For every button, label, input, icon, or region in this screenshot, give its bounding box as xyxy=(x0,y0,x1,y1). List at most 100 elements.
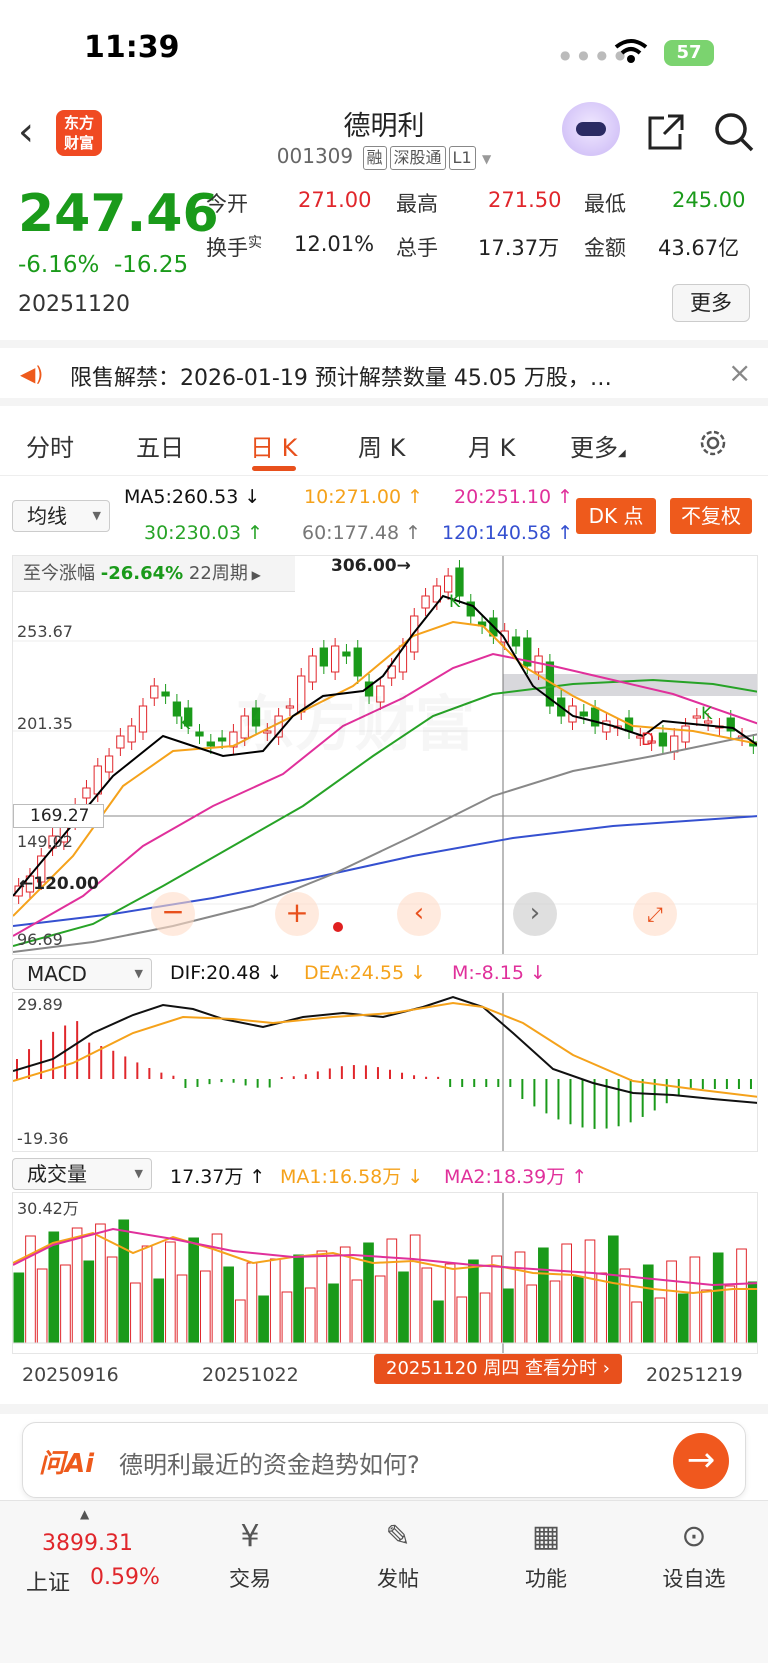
volume-bar xyxy=(409,1234,421,1344)
volume-bar xyxy=(304,1287,316,1344)
quote-panel: 247.46 -6.16% -16.25 20251120 今开 271.00 … xyxy=(0,180,768,340)
volume-bar xyxy=(374,1275,386,1344)
tab-weekly-k[interactable]: 周 K xyxy=(358,428,405,463)
volume-bar xyxy=(747,1281,757,1344)
more-button[interactable]: 更多 xyxy=(672,284,750,322)
candle xyxy=(602,720,611,733)
ma30-value: 30:230.03 ↑ xyxy=(144,522,264,544)
scroll-right-button[interactable]: › xyxy=(513,892,557,936)
volume-svg xyxy=(13,1193,757,1353)
volume-select[interactable]: 成交量 ▼ xyxy=(12,1158,152,1190)
volume-current: 17.37万 ↑ xyxy=(170,1166,266,1188)
tab-daily-k[interactable]: 日 K xyxy=(250,428,297,463)
zoom-in-button[interactable]: + xyxy=(275,892,319,936)
volume-bar xyxy=(654,1297,666,1344)
macd-chart[interactable]: 29.89 -19.36 xyxy=(12,992,758,1152)
volume-bar xyxy=(281,1291,293,1344)
nav-post[interactable]: ✎ 发帖 xyxy=(338,1517,458,1593)
volume-bar xyxy=(118,1219,130,1344)
low-price-mark: ←120.00 xyxy=(19,874,99,894)
volume-bar xyxy=(573,1276,584,1344)
index-widget[interactable]: ▲ 3899.31 上证 0.59% xyxy=(24,1507,184,1597)
candle xyxy=(161,691,170,697)
tab-five-day[interactable]: 五日 xyxy=(136,428,184,463)
scroll-left-button[interactable]: ‹ xyxy=(397,892,441,936)
stock-header: ‹ 东方 财富 德明利 001309 融深股通 L1 ▼ xyxy=(0,100,768,178)
macd-bottom-label: -19.36 xyxy=(17,1129,69,1148)
share-icon[interactable] xyxy=(646,112,686,152)
search-icon[interactable] xyxy=(712,110,756,154)
tab-more[interactable]: 更多◢ xyxy=(570,428,626,463)
no-adjust-button[interactable]: 不复权 xyxy=(670,498,752,534)
volume-bar xyxy=(363,1242,374,1344)
zoom-out-button[interactable]: − xyxy=(151,892,195,936)
volume-bar xyxy=(176,1274,188,1344)
period-change-box[interactable]: 至今涨幅 -26.64% 22周期 ▶ xyxy=(13,556,295,592)
high-price-mark: 306.00→ xyxy=(331,556,411,576)
volume-ma1: MA1:16.58万 ↓ xyxy=(280,1166,424,1188)
volume-bar xyxy=(736,1248,747,1344)
caret-up-icon: ▲ xyxy=(80,1507,90,1521)
cursor-price-label: 169.27 xyxy=(13,804,105,828)
macd-select[interactable]: MACD ▼ xyxy=(12,958,152,990)
volume-bar xyxy=(421,1267,433,1344)
y-tick-2: 201.35 xyxy=(17,714,73,733)
volume-legend: 成交量 ▼ 17.37万 ↑ MA1:16.58万 ↓ MA2:18.39万 ↑ xyxy=(0,1156,768,1190)
grid-icon: ▦ xyxy=(531,1519,561,1554)
nav-trade[interactable]: ¥ 交易 xyxy=(190,1517,310,1593)
kline-chart[interactable]: 东方财富 至今涨幅 -26.64% 22周期 ▶ 306.00→ ←120.00… xyxy=(12,555,758,955)
volume-bar xyxy=(234,1299,246,1344)
battery-icon: 57 xyxy=(664,40,714,66)
close-icon[interactable]: × xyxy=(728,356,751,389)
candle xyxy=(195,731,204,737)
candle xyxy=(342,651,351,657)
volume-bar xyxy=(666,1260,677,1344)
volume-bar xyxy=(339,1246,351,1344)
robot-avatar-icon[interactable] xyxy=(562,102,620,156)
nav-functions[interactable]: ▦ 功能 xyxy=(486,1517,606,1593)
macd-svg xyxy=(13,993,757,1151)
dk-point-button[interactable]: DK 点 xyxy=(576,498,656,534)
amount-value: 43.67亿 xyxy=(658,236,740,260)
nav-watchlist[interactable]: ⊙ 设自选 xyxy=(634,1517,754,1593)
candle xyxy=(681,725,690,743)
index-change: 0.59% xyxy=(90,1565,160,1590)
volume-bar xyxy=(95,1223,106,1344)
volume-bar xyxy=(293,1254,304,1344)
index-value: 3899.31 xyxy=(42,1531,133,1556)
volume-bar xyxy=(13,1272,25,1344)
volume-bar xyxy=(503,1288,514,1344)
volume-bar xyxy=(468,1259,479,1344)
volume-chart[interactable]: 30.42万 xyxy=(12,1192,758,1354)
volume-bar xyxy=(712,1252,724,1344)
indicator-select[interactable]: 均线 ▼ xyxy=(12,500,110,532)
arrow-right-icon[interactable]: → xyxy=(673,1433,729,1489)
unlock-notice[interactable]: ◀) 限售解禁：2026-01-19 预计解禁数量 45.05 万股，… × xyxy=(0,340,768,406)
notice-text: 限售解禁：2026-01-19 预计解禁数量 45.05 万股，… xyxy=(70,366,612,391)
candle xyxy=(353,647,362,677)
ai-question-bar[interactable]: 问Ai 德明利最近的资金趋势如何? → xyxy=(22,1422,746,1498)
tab-intraday[interactable]: 分时 xyxy=(26,428,74,463)
volume-bar xyxy=(724,1285,736,1344)
macd-legend: MACD ▼ DIF:20.48 ↓ DEA:24.55 ↓ M:-8.15 ↓ xyxy=(0,956,768,990)
candle xyxy=(692,715,701,719)
volume-bar xyxy=(677,1293,689,1344)
volume-bar xyxy=(433,1300,444,1344)
ma20-value: 20:251.10 ↑ xyxy=(454,486,574,508)
y-tick-3: 149.02 xyxy=(17,832,73,851)
ma60-value: 60:177.48 ↑ xyxy=(302,522,422,544)
candle xyxy=(511,636,521,647)
volume-bar xyxy=(456,1296,468,1344)
ma5-value: MA5:260.53 ↓ xyxy=(124,486,261,508)
volume-bar xyxy=(444,1263,456,1344)
tab-monthly-k[interactable]: 月 K xyxy=(468,428,515,463)
candle xyxy=(398,645,408,673)
turnover-label: 换手实 xyxy=(206,235,262,260)
open-value: 271.00 xyxy=(298,188,372,212)
fullscreen-icon[interactable]: ⤢ xyxy=(633,892,677,936)
view-intraday-button[interactable]: 20251120 周四 查看分时 › xyxy=(374,1354,622,1384)
ai-divider xyxy=(0,1404,768,1414)
x-tick-3: 20251219 xyxy=(646,1364,743,1386)
settings-gear-icon[interactable] xyxy=(696,426,730,460)
low-label: 最低 xyxy=(584,192,626,216)
